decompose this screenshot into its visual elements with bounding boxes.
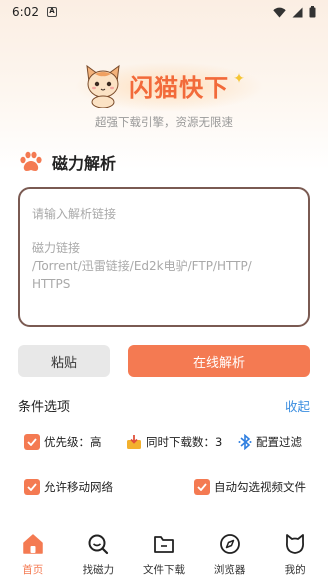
compass-icon (218, 532, 242, 556)
app-logo: 闪猫快下 ✦ (0, 58, 328, 112)
checkbox-icon[interactable] (194, 479, 210, 495)
cat-face-icon (283, 532, 307, 556)
parse-online-button[interactable]: 在线解析 (128, 345, 310, 377)
bottom-nav: 首页 找磁力 文件下载 浏览器 我的 (0, 528, 328, 584)
priority-option[interactable]: 优先级：高 (24, 434, 102, 450)
concurrent-downloads-label: 同时下载数：3 (146, 435, 223, 449)
priority-label: 优先级：高 (44, 435, 102, 449)
input-placeholder-line: 磁力链接 (32, 241, 81, 255)
nav-home[interactable]: 首页 (0, 528, 66, 584)
nav-label: 我的 (284, 564, 306, 576)
brand-subtitle: 超强下载引擎，资源无限速 (95, 115, 233, 129)
link-input[interactable]: 请输入解析链接 磁力链接 /Torrent/迅雷链接/Ed2k电驴/FTP/HT… (18, 187, 310, 327)
input-placeholder-line: /Torrent/迅雷链接/Ed2k电驴/FTP/HTTP/ (32, 259, 252, 273)
conditions-title: 条件选项 (18, 400, 71, 415)
checkbox-icon[interactable] (24, 479, 40, 495)
nav-label: 浏览器 (213, 564, 246, 576)
input-placeholder-line: HTTPS (32, 277, 71, 291)
paw-icon (20, 151, 42, 171)
cat-mascot-icon (86, 64, 120, 108)
section-title: 磁力解析 (52, 154, 117, 173)
nav-profile[interactable]: 我的 (262, 528, 328, 584)
nav-label: 找磁力 (82, 564, 115, 576)
brand-title: 闪猫快下 (129, 73, 230, 102)
nav-find-magnet[interactable]: 找磁力 (66, 528, 132, 584)
status-time: 6:02 (12, 5, 39, 19)
download-box-icon (127, 434, 141, 449)
nav-browser[interactable]: 浏览器 (197, 528, 263, 584)
mobile-network-option[interactable]: 允许移动网络 (24, 479, 113, 495)
input-placeholder-primary: 请输入解析链接 (32, 207, 117, 221)
wifi-icon (273, 7, 286, 17)
section-header: 磁力解析 (18, 150, 116, 174)
auto-select-video-label: 自动勾选视频文件 (214, 480, 306, 494)
concurrent-downloads-option[interactable]: 同时下载数：3 (126, 434, 222, 450)
status-icons (273, 6, 316, 18)
search-icon (86, 532, 110, 556)
filter-config-option[interactable]: 配置过滤 (238, 434, 302, 450)
checkbox-icon[interactable] (24, 434, 40, 450)
nav-file-download[interactable]: 文件下载 (131, 528, 197, 584)
status-bar: 6:02 A (0, 0, 328, 24)
mobile-network-label: 允许移动网络 (44, 480, 113, 494)
folder-icon (152, 532, 176, 556)
signal-icon (292, 7, 303, 17)
bluetooth-icon (238, 434, 252, 450)
filter-config-label: 配置过滤 (256, 435, 302, 449)
paste-button[interactable]: 粘贴 (18, 345, 110, 377)
home-icon (21, 532, 45, 556)
nav-label: 首页 (22, 564, 44, 576)
nav-label: 文件下载 (142, 564, 185, 576)
app-screen: 6:02 A 闪猫快下 ✦ 超强下载引擎，资源无限速 磁力解析 请输入解析链接 … (0, 0, 328, 584)
battery-icon (309, 6, 316, 18)
collapse-link[interactable]: 收起 (285, 396, 310, 415)
sparkle-icon: ✦ (233, 71, 245, 87)
notification-icon: A (46, 7, 57, 17)
auto-select-video-option[interactable]: 自动勾选视频文件 (194, 479, 306, 495)
